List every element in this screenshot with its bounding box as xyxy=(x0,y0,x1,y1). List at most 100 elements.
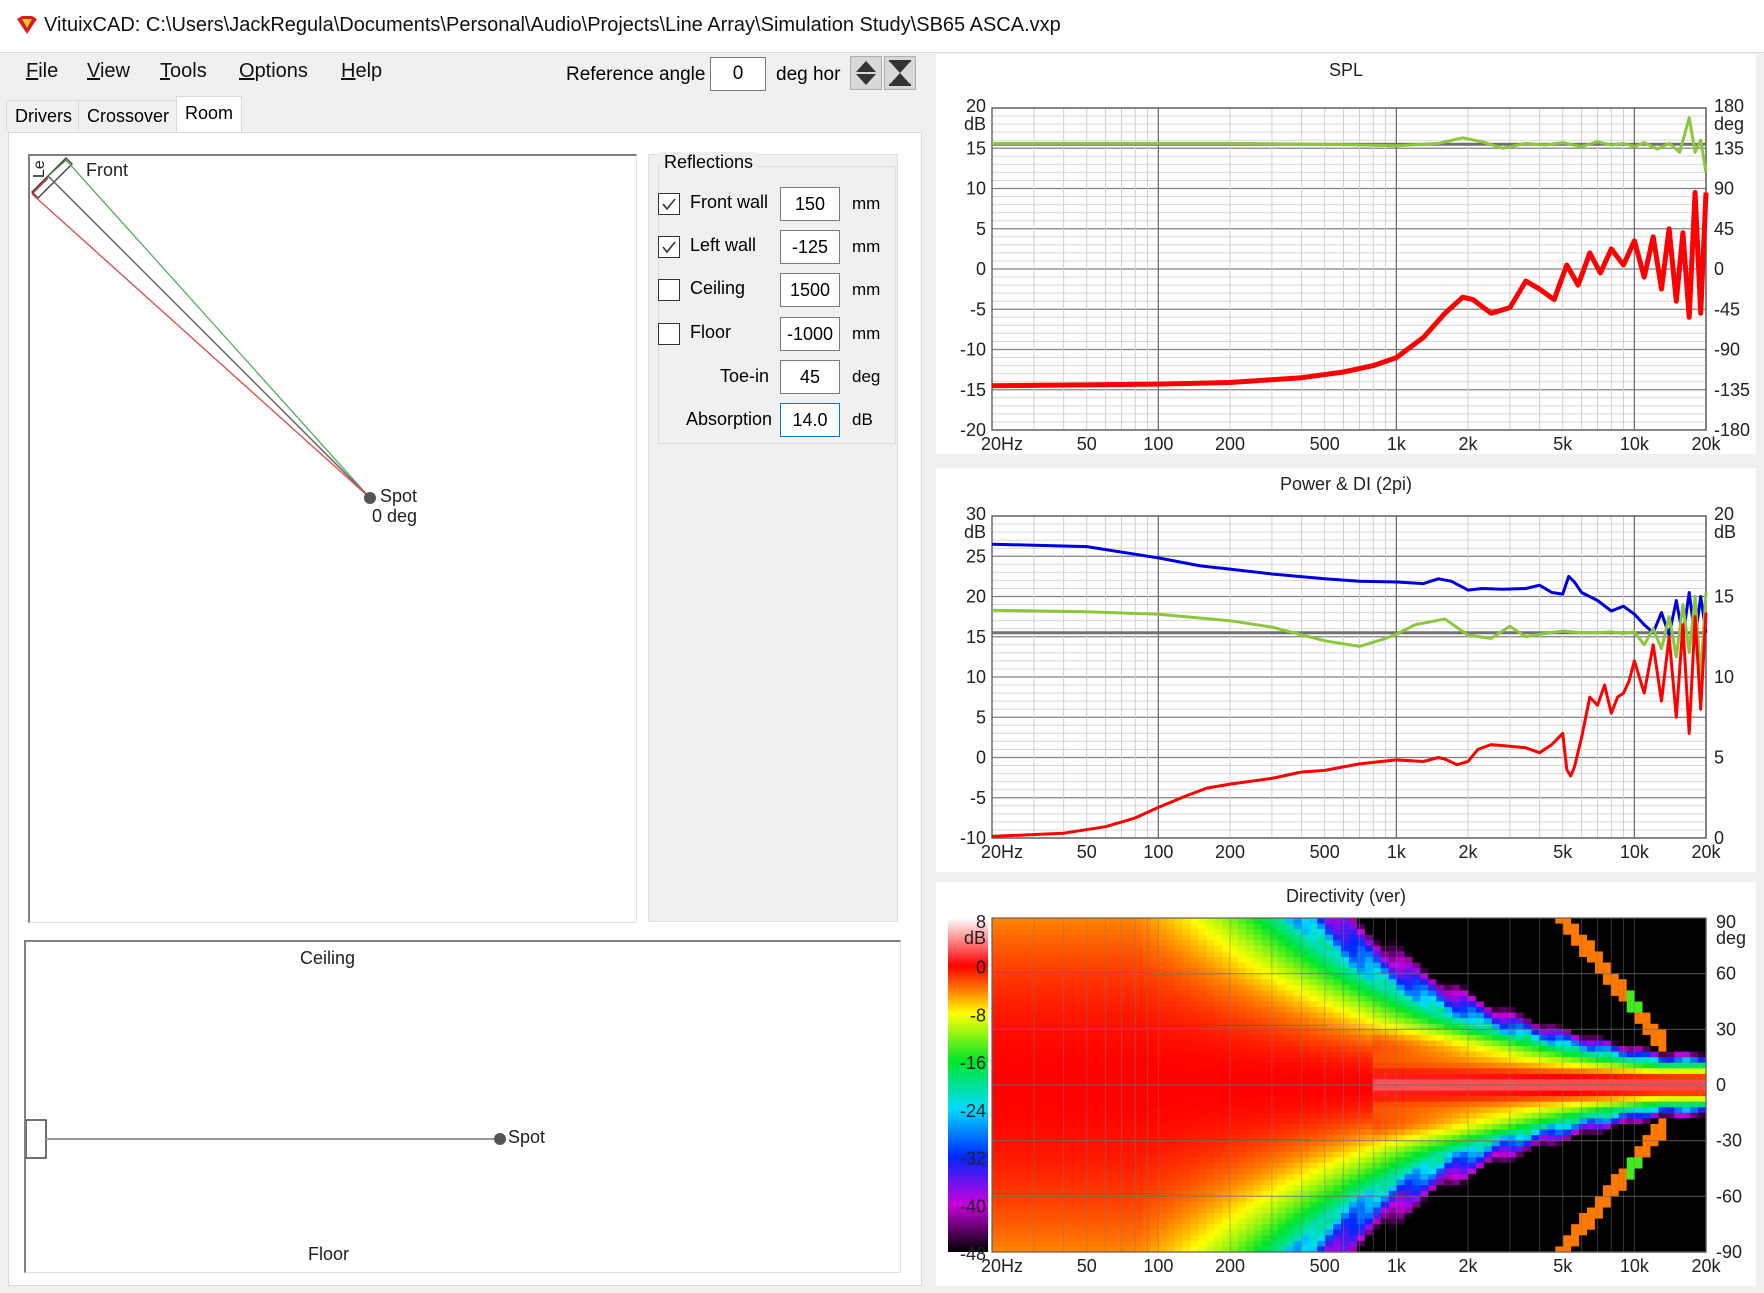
heatmap-cell xyxy=(1166,1112,1175,1119)
menu-help[interactable]: Help xyxy=(341,60,382,83)
toe-in-input[interactable]: 45 xyxy=(780,360,840,394)
heatmap-cell xyxy=(1420,1235,1429,1242)
heatmap-cell xyxy=(1507,1213,1517,1220)
room-top-view[interactable]: Le Front Spot 0 deg xyxy=(28,154,637,923)
heatmap-cell xyxy=(1349,1157,1358,1164)
heatmap-cell xyxy=(1103,995,1112,1003)
menu-options[interactable]: Options xyxy=(239,60,308,83)
heatmap-cell xyxy=(1063,1151,1072,1158)
floor-checkbox[interactable] xyxy=(658,323,680,345)
heatmap-cell xyxy=(992,918,1001,925)
y-tick-left-label: 20 xyxy=(966,96,986,116)
heatmap-cell xyxy=(1214,1124,1223,1131)
heatmap-cell xyxy=(1047,1085,1056,1092)
heatmap-cell xyxy=(1182,1207,1191,1214)
heatmap-cell xyxy=(1103,957,1112,964)
heatmap-cell xyxy=(1118,1185,1128,1192)
heatmap-cell xyxy=(1404,1240,1413,1248)
heatmap-cell xyxy=(1460,1073,1469,1081)
heatmap-cell xyxy=(1475,1224,1485,1231)
listener-spot-marker[interactable] xyxy=(494,1133,506,1145)
heatmap-cell xyxy=(1563,1201,1572,1209)
ceiling-checkbox[interactable] xyxy=(658,279,680,301)
heatmap-cell xyxy=(1293,1196,1302,1203)
tab-drivers[interactable]: Drivers xyxy=(6,100,81,131)
heatmap-cell xyxy=(1547,934,1556,941)
heatmap-cell xyxy=(1293,1201,1302,1209)
heatmap-cell xyxy=(1031,1034,1041,1042)
directivity-chart[interactable]: 80-8-16-24-32-40-48dB9060300-30-60-90deg… xyxy=(936,882,1756,1286)
heatmap-cell xyxy=(1111,1029,1120,1036)
heatmap-cell xyxy=(1253,1140,1263,1147)
heatmap-cell xyxy=(1222,1179,1231,1186)
power-di-chart[interactable]: 302520151050-5-10dB20151050dB20Hz 50 100 20… xyxy=(936,468,1756,872)
heatmap-cell xyxy=(1015,990,1025,997)
front-wall-distance-input[interactable]: 150 xyxy=(780,187,840,221)
heatmap-cell xyxy=(1182,1240,1191,1248)
listener-spot-marker[interactable] xyxy=(364,492,376,504)
heatmap-cell xyxy=(1499,1101,1509,1108)
menu-file[interactable]: File xyxy=(26,60,58,83)
heatmap-cell xyxy=(1039,1146,1049,1153)
heatmap-cell xyxy=(1230,995,1239,1003)
floor-distance-input[interactable]: -1000 xyxy=(780,317,840,351)
heatmap-cell xyxy=(1594,1051,1604,1058)
heatmap-cell xyxy=(999,1068,1009,1075)
spl-chart[interactable]: 20151050-5-10-15-20dB18013590450-45-90-1… xyxy=(936,54,1756,454)
heatmap-cell xyxy=(1285,1034,1294,1042)
menu-view[interactable]: View xyxy=(87,60,130,83)
reference-angle-input[interactable]: 0 xyxy=(710,57,766,91)
heatmap-cell xyxy=(1491,1007,1501,1014)
absorption-input[interactable]: 14.0 xyxy=(780,403,840,437)
heatmap-cell xyxy=(1364,1224,1374,1231)
heatmap-cell xyxy=(1158,979,1168,986)
front-wall-checkbox[interactable] xyxy=(658,193,680,215)
heatmap-cell xyxy=(1277,945,1287,952)
heatmap-cell xyxy=(1285,1012,1294,1019)
ceiling-distance-input[interactable]: 1500 xyxy=(780,273,840,307)
heatmap-cell xyxy=(1245,1224,1255,1231)
heatmap-cell xyxy=(1428,1040,1437,1047)
heatmap-cell xyxy=(1111,1213,1120,1220)
heatmap-cell xyxy=(1515,1229,1525,1236)
heatmap-cell xyxy=(1356,940,1366,947)
heatmap-cell xyxy=(1174,951,1183,958)
heatmap-cell xyxy=(1253,945,1263,952)
heatmap-cell xyxy=(1349,1179,1358,1186)
ceiling-label: Ceiling xyxy=(690,278,746,298)
heatmap-cell xyxy=(1491,1162,1501,1170)
menu-tools[interactable]: Tools xyxy=(160,60,207,83)
heatmap-cell xyxy=(1142,929,1152,936)
heatmap-cell xyxy=(1428,1107,1437,1114)
heatmap-cell xyxy=(1047,1224,1056,1231)
heatmap-cell xyxy=(1023,1124,1033,1131)
heatmap-cell xyxy=(1039,1007,1049,1014)
heatmap-cell xyxy=(1190,1101,1199,1108)
heatmap-cell xyxy=(1491,979,1501,986)
heatmap-cell xyxy=(992,1085,1001,1092)
heatmap-cell xyxy=(1007,1218,1017,1225)
heatmap-cell xyxy=(1071,1218,1080,1225)
heatmap-cell xyxy=(1515,1240,1525,1248)
heatmap-cell xyxy=(1039,934,1049,941)
heatmap-cell xyxy=(1483,1034,1493,1042)
heatmap-cell xyxy=(1333,934,1342,941)
heatmap-cell xyxy=(1507,945,1517,952)
room-side-view[interactable]: Ceiling Floor Spot xyxy=(24,940,901,1273)
left-wall-checkbox[interactable] xyxy=(658,236,680,258)
heatmap-cell xyxy=(1594,984,1604,991)
heatmap-cell xyxy=(1095,934,1104,941)
reference-angle-spin-button[interactable] xyxy=(850,56,882,90)
heatmap-cell xyxy=(1523,1235,1532,1242)
reference-angle-sync-button[interactable] xyxy=(884,56,916,90)
heatmap-cell xyxy=(1341,1213,1350,1220)
tab-crossover[interactable]: Crossover xyxy=(78,100,179,131)
heatmap-cell xyxy=(1404,1101,1413,1108)
heatmap-cell xyxy=(1039,1090,1049,1097)
heatmap-cell xyxy=(1412,940,1421,947)
heatmap-cell xyxy=(1372,945,1382,952)
heatmap-cell xyxy=(1515,1068,1525,1075)
tab-room[interactable]: Room xyxy=(176,96,243,133)
heatmap-cell xyxy=(1277,929,1287,936)
left-wall-distance-input[interactable]: -125 xyxy=(780,230,840,264)
